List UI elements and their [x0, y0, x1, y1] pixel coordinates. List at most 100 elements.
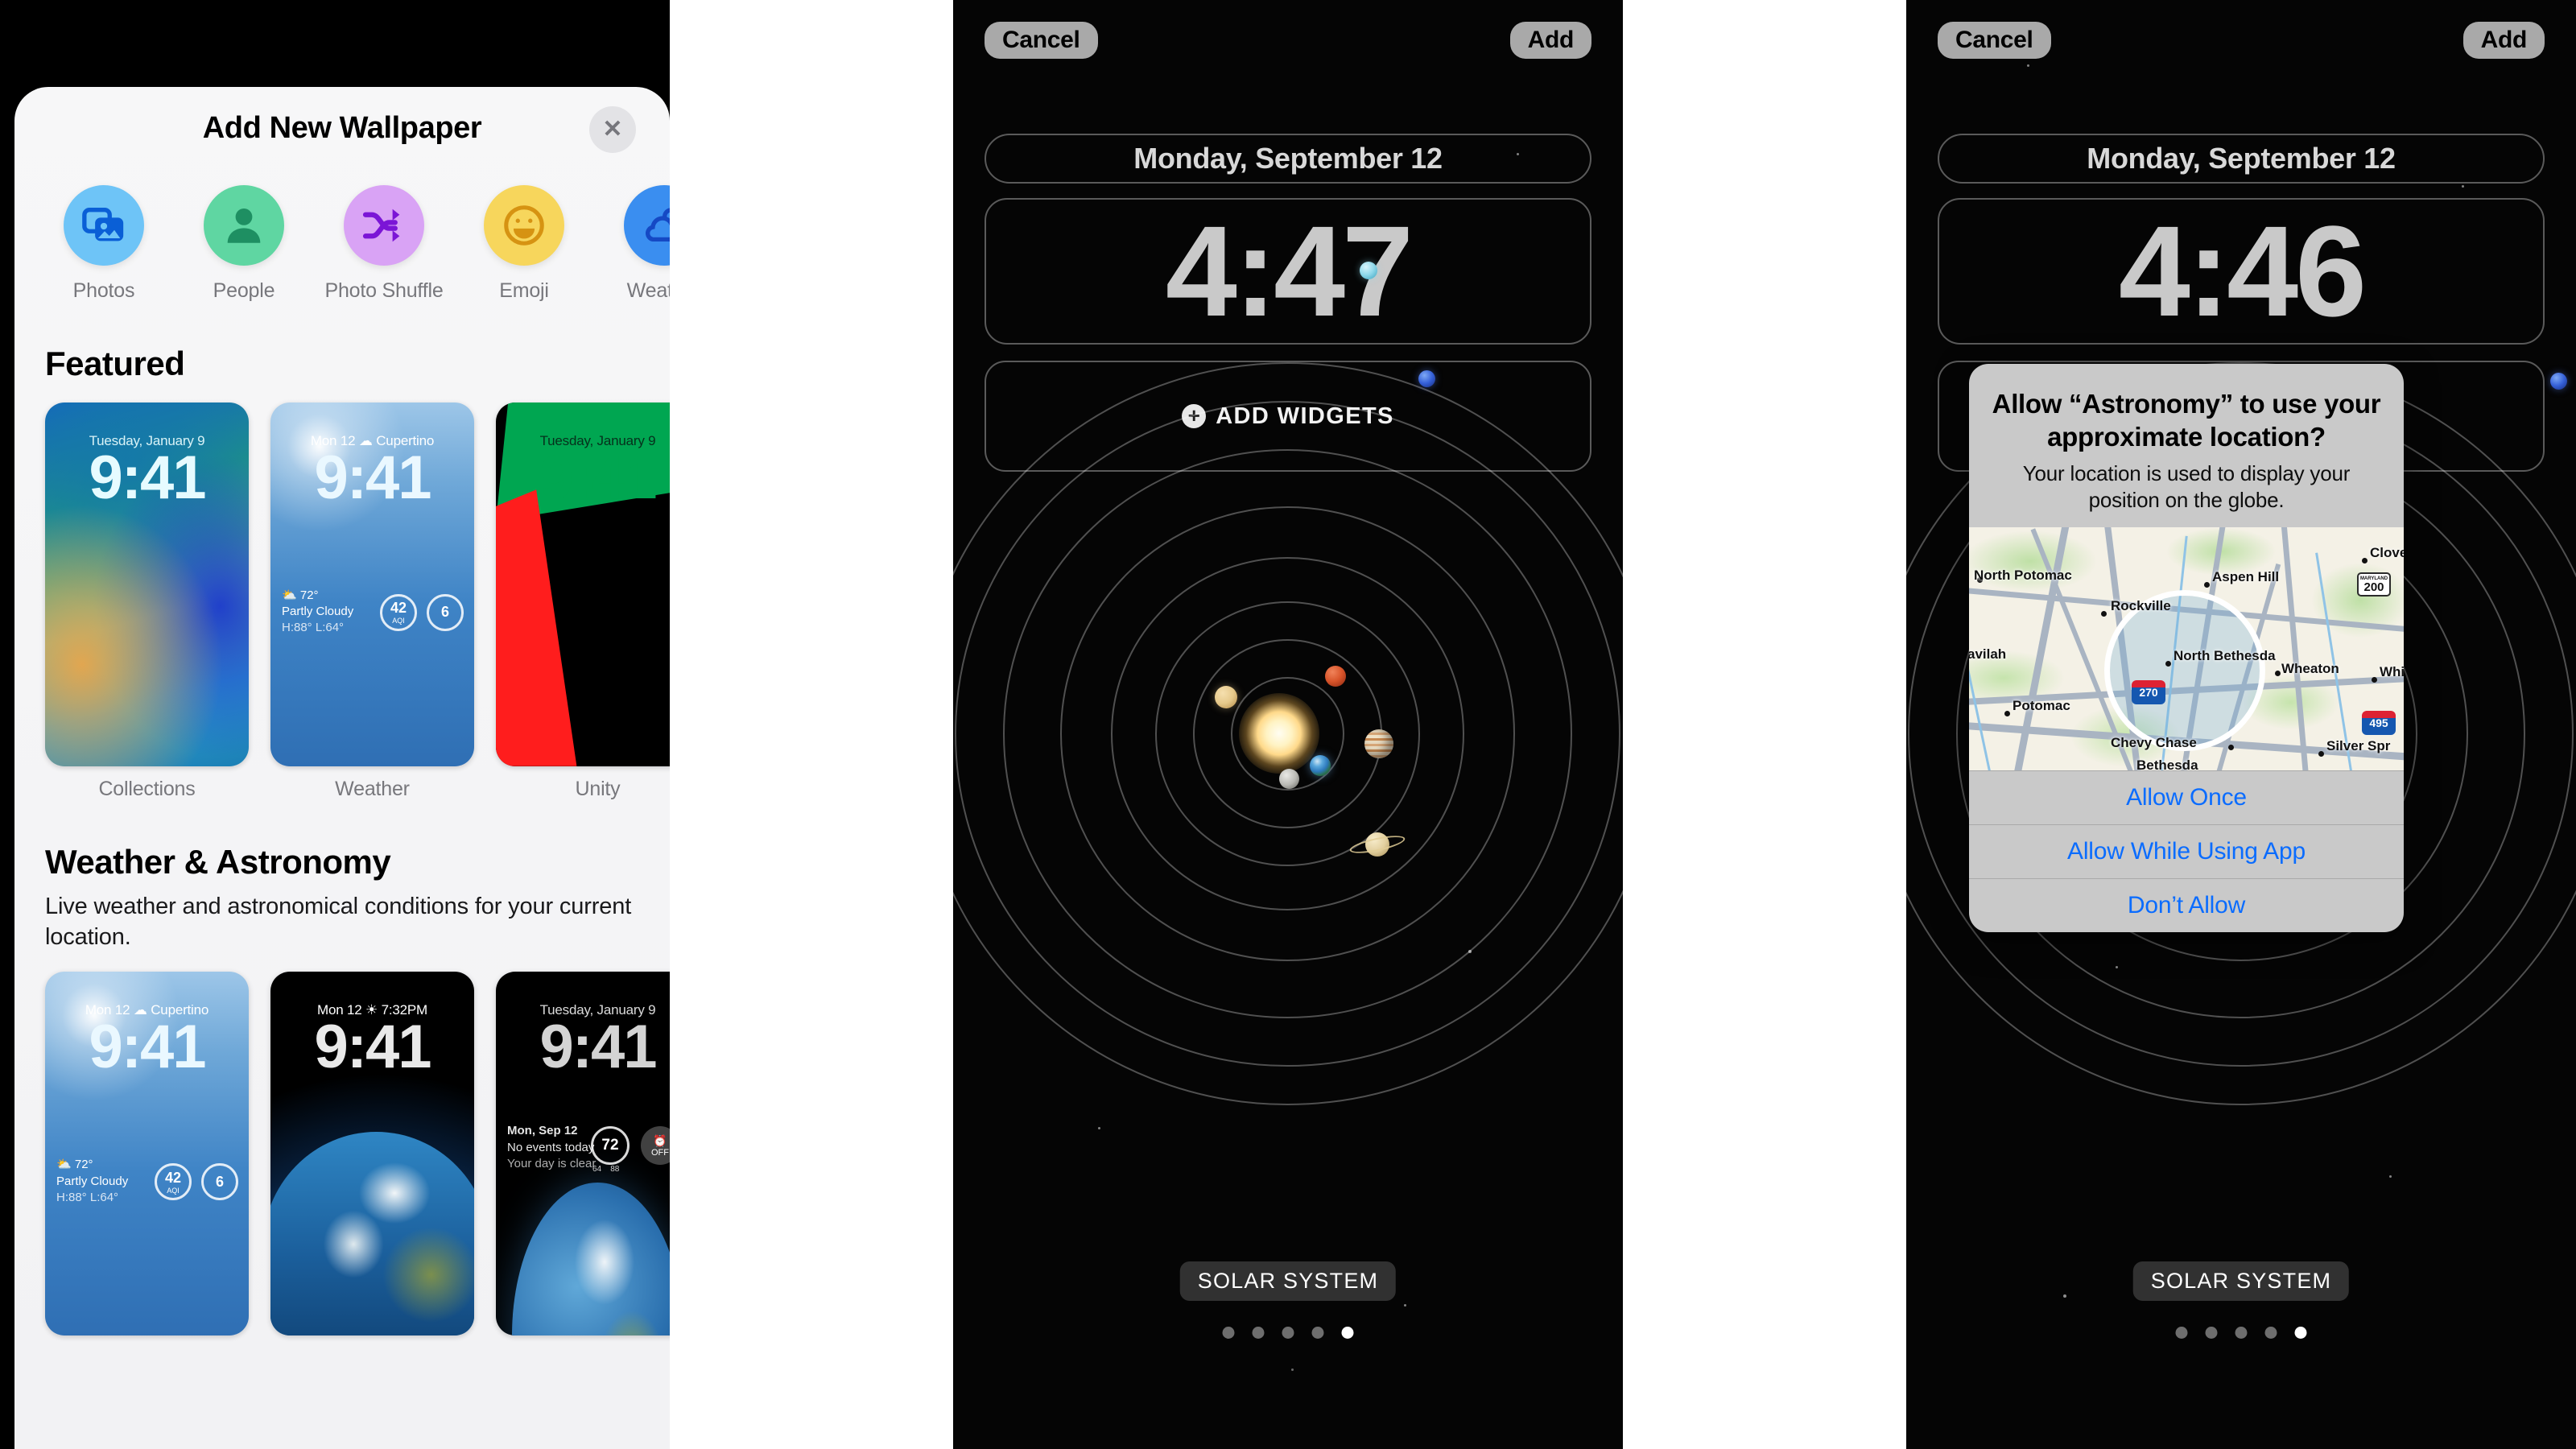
- wallpaper-thumbnail: Tuesday, January 9 9:41: [45, 402, 249, 766]
- add-new-wallpaper-sheet: Add New Wallpaper ✕ Photos People Photo …: [14, 87, 670, 1449]
- approximate-location-circle: [2104, 590, 2265, 752]
- page-dot[interactable]: [2264, 1327, 2277, 1339]
- featured-item-weather[interactable]: Mon 12 ☁ Cupertino 9:41 ⛅ 72° Partly Clo…: [270, 402, 474, 801]
- thumb-temp-value: 72: [601, 1137, 619, 1154]
- thumb-time: 9:41: [314, 1013, 431, 1082]
- lockscreen-date-field[interactable]: Monday, September 12: [985, 134, 1591, 184]
- wallpaper-type-photo-shuffle[interactable]: Photo Shuffle: [314, 185, 454, 303]
- thumb-time: 9:41: [539, 443, 657, 512]
- wallpaper-type-label: People: [213, 279, 275, 302]
- featured-item-unity[interactable]: Tuesday, January 9 9:41 Unity: [496, 402, 670, 801]
- add-button[interactable]: Add: [1509, 22, 1591, 59]
- map-label: Bethesda: [2136, 758, 2198, 771]
- wallpaper-type-photos[interactable]: Photos: [34, 185, 174, 303]
- shuffle-icon: [344, 185, 424, 266]
- thumb-caption: Unity: [575, 777, 621, 800]
- map-label: North Potomac: [1974, 568, 2072, 584]
- page-dot[interactable]: [2175, 1327, 2188, 1339]
- astro-item-weather[interactable]: Mon 12 ☁ Cupertino 9:41 ⛅ 72° Partly Clo…: [45, 972, 249, 1336]
- featured-thumbnail-row: Tuesday, January 9 9:41 Collections Mon …: [14, 383, 670, 801]
- map-label: Rockville: [2111, 598, 2171, 614]
- screenshot-root: Add New Wallpaper ✕ Photos People Photo …: [0, 0, 2576, 1449]
- thumb-event-line2: Your day is clear: [507, 1156, 597, 1170]
- map-label: Potomac: [2013, 698, 2070, 714]
- thumb-condition: Partly Cloudy: [56, 1174, 129, 1188]
- astro-item-earth-globe[interactable]: Tuesday, January 9 9:41 Mon, Sep 12 No e…: [496, 972, 670, 1336]
- astro-item-earth-detail[interactable]: Mon 12 ☀ 7:32PM 9:41: [270, 972, 474, 1336]
- planet-venus: [1215, 686, 1237, 708]
- map-label: Whi: [2380, 664, 2404, 680]
- close-icon[interactable]: ✕: [589, 106, 636, 153]
- wallpaper-picker-panel: Add New Wallpaper ✕ Photos People Photo …: [0, 0, 670, 1449]
- weather-astronomy-thumbnail-row: Mon 12 ☁ Cupertino 9:41 ⛅ 72° Partly Clo…: [14, 952, 670, 1336]
- section-heading-weather-astronomy: Weather & Astronomy: [45, 842, 391, 881]
- thumb-time: 9:41: [314, 443, 431, 512]
- planet-neptune-right: [2550, 373, 2567, 390]
- map-label: Wheaton: [2281, 661, 2339, 677]
- section-description: Live weather and astronomical conditions…: [45, 893, 632, 951]
- cloud-icon: ⛅: [56, 1158, 72, 1172]
- thumb-alarm-state: OFF: [651, 1147, 669, 1158]
- lockscreen-time-field[interactable]: 4:46: [1938, 198, 2545, 345]
- wallpaper-type-label: Photos: [72, 279, 135, 302]
- planet-neptune: [1418, 370, 1435, 387]
- thumb-time: 9:41: [539, 1013, 657, 1082]
- planet-uranus: [1360, 262, 1377, 279]
- wallpaper-type-label: Photo Shuffle: [324, 279, 444, 302]
- highway-shield-md200: MARYLAND 200: [2357, 572, 2391, 597]
- page-dot[interactable]: [1222, 1327, 1235, 1339]
- page-dot[interactable]: [1311, 1327, 1324, 1339]
- thumb-time: 9:41: [89, 443, 206, 512]
- wallpaper-thumbnail: Mon 12 ☁ Cupertino 9:41 ⛅ 72° Partly Clo…: [270, 402, 474, 766]
- people-icon: [204, 185, 284, 266]
- page-dot-active[interactable]: [2294, 1327, 2307, 1339]
- page-dots: [1222, 1327, 1354, 1339]
- wallpaper-type-people[interactable]: People: [174, 185, 314, 303]
- thumb-uv-value: 6: [215, 1173, 224, 1190]
- thumb-event-date: Mon, Sep 12: [507, 1124, 578, 1138]
- lockscreen-time: 4:46: [2118, 199, 2367, 343]
- thumb-time: 9:41: [89, 1013, 206, 1082]
- location-permission-panel: Cancel Add Monday, September 12 4:46 All…: [1906, 0, 2576, 1449]
- wallpaper-name-badge: SOLAR SYSTEM: [2132, 1261, 2350, 1301]
- wallpaper-type-row: Photos People Photo Shuffle Emoji Wea: [14, 171, 670, 303]
- emoji-icon: [484, 185, 564, 266]
- featured-item-collections[interactable]: Tuesday, January 9 9:41 Collections: [45, 402, 249, 801]
- dont-allow-button[interactable]: Don’t Allow: [1969, 879, 2404, 932]
- map-label: North Bethesda: [2174, 648, 2276, 664]
- allow-while-using-app-button[interactable]: Allow While Using App: [1969, 825, 2404, 880]
- location-map[interactable]: MARYLAND 200 270 495 North Potomac Aspen…: [1969, 527, 2404, 771]
- thumb-event-line1: No events today: [507, 1140, 595, 1154]
- thumb-temp-high: 88: [610, 1165, 620, 1174]
- planet-jupiter: [1364, 729, 1393, 758]
- page-dot[interactable]: [1282, 1327, 1294, 1339]
- thumb-temp: 72°: [74, 1158, 93, 1172]
- wallpaper-thumbnail: Mon 12 ☀ 7:32PM 9:41: [270, 972, 474, 1336]
- map-label: Clove: [2370, 545, 2404, 561]
- lockscreen-date-field[interactable]: Monday, September 12: [1938, 134, 2545, 184]
- wallpaper-type-emoji[interactable]: Emoji: [454, 185, 594, 303]
- cancel-button[interactable]: Cancel: [985, 22, 1098, 59]
- planet-earth: [1310, 755, 1331, 776]
- page-dot-active[interactable]: [1341, 1327, 1354, 1339]
- sun: [1239, 693, 1319, 774]
- wallpaper-type-weather[interactable]: Weather: [594, 185, 670, 303]
- thumb-caption: Weather: [335, 777, 410, 800]
- allow-once-button[interactable]: Allow Once: [1969, 771, 2404, 826]
- photos-icon: [64, 185, 144, 266]
- highway-shield-i270: 270: [2132, 680, 2165, 705]
- alert-message: Your location is used to display your po…: [2022, 460, 2351, 512]
- section-heading-featured: Featured: [45, 344, 185, 382]
- wallpaper-thumbnail: Mon 12 ☁ Cupertino 9:41 ⛅ 72° Partly Clo…: [45, 972, 249, 1336]
- page-dot[interactable]: [1252, 1327, 1265, 1339]
- page-dot[interactable]: [2205, 1327, 2218, 1339]
- thumb-aqi-value: 42: [164, 1169, 182, 1186]
- map-label: Silver Spr: [2326, 738, 2391, 754]
- page-dot[interactable]: [2235, 1327, 2248, 1339]
- sheet-header: Add New Wallpaper ✕: [14, 87, 670, 171]
- add-button[interactable]: Add: [2462, 22, 2545, 59]
- page-dots: [2175, 1327, 2307, 1339]
- lockscreen-time-field[interactable]: 4:47: [985, 198, 1591, 345]
- alert-title: Allow “Astronomy” to use your approximat…: [1992, 389, 2381, 452]
- cancel-button[interactable]: Cancel: [1938, 22, 2051, 59]
